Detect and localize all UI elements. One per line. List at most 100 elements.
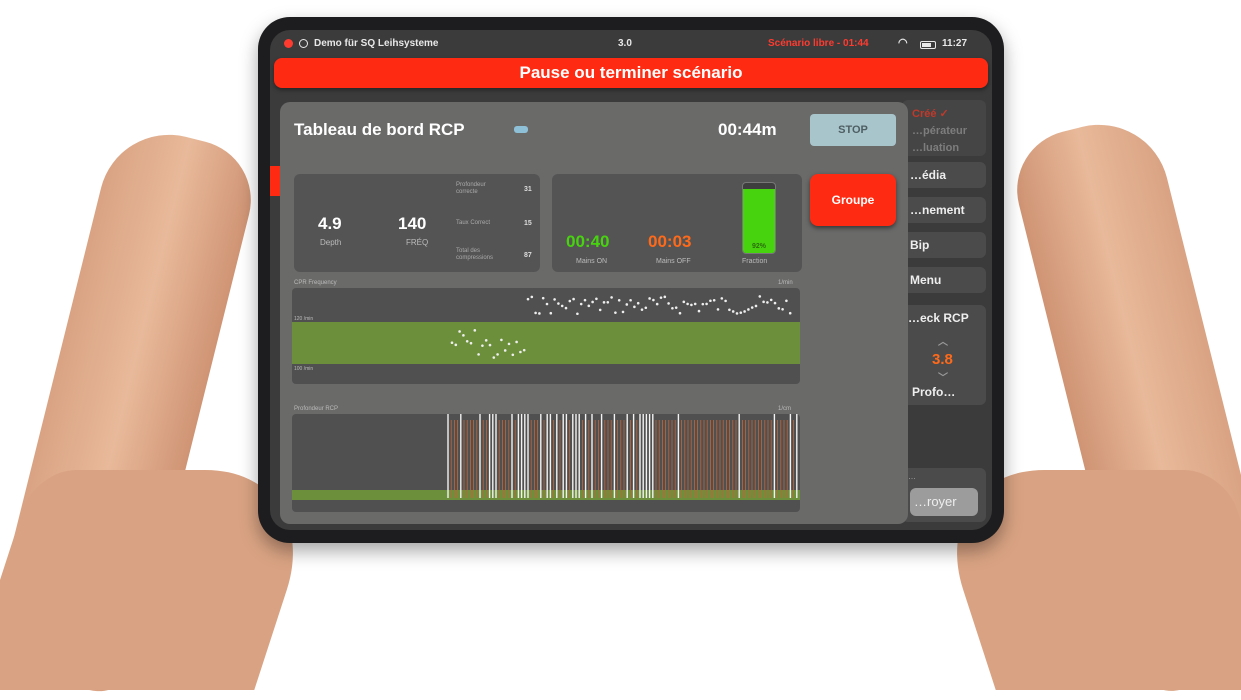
freq-point — [484, 339, 488, 342]
stat-label: Total des compressions — [456, 248, 494, 261]
freq-point — [686, 302, 689, 306]
freq-point — [549, 311, 553, 315]
cpr-dashboard-panel: Tableau de bord RCP 00:44m STOP Groupe 4… — [280, 102, 908, 524]
freq-point — [515, 340, 518, 344]
freq-point — [705, 302, 708, 306]
depth-value: 4.9 — [318, 214, 342, 233]
freq-point — [674, 306, 678, 309]
freq-point — [663, 295, 667, 299]
freq-point — [614, 311, 617, 314]
tablet-frame: Demo für SQ Leihsysteme 3.0 Scénario lib… — [258, 17, 1004, 543]
freq-point — [652, 298, 655, 302]
hands-on-value: 00:40 — [566, 232, 610, 251]
depth-chart-svg — [292, 414, 800, 500]
freq-point — [534, 311, 537, 315]
freq-point — [731, 310, 735, 313]
freq-target-band — [292, 322, 800, 364]
depth-chart — [292, 414, 800, 512]
chevron-down-icon[interactable]: ﹀ — [938, 369, 948, 384]
freq-point — [701, 302, 705, 306]
freq-point — [747, 308, 750, 311]
fraction-value: 92% — [751, 243, 766, 250]
stat-value: 15 — [524, 220, 532, 227]
freq-point — [500, 338, 503, 342]
freq-point — [473, 329, 477, 332]
freq-point — [750, 306, 754, 309]
feedback-sub: Profo… — [912, 385, 956, 399]
freq-point — [477, 353, 480, 356]
freq-point — [553, 298, 556, 301]
freq-point — [788, 311, 792, 315]
freq-point — [519, 350, 522, 354]
freq-point — [659, 296, 663, 299]
send-button[interactable]: …royer — [910, 488, 978, 516]
status-bar: Demo für SQ Leihsysteme 3.0 Scénario lib… — [270, 30, 992, 58]
freq-point — [690, 303, 693, 307]
hands-on-label: Mains ON — [576, 258, 608, 265]
depth-label: Depth — [320, 238, 342, 247]
freq-tick-low: 100 /min — [294, 366, 314, 372]
freq-point — [541, 296, 545, 300]
freq-point — [697, 309, 701, 313]
freq-point — [769, 298, 773, 302]
freq-point — [568, 299, 572, 303]
sidebar-operator-evaluation[interactable]: Créé ✓ …pérateur …luation — [902, 100, 986, 156]
sidebar-item-event[interactable]: …nement — [902, 197, 986, 223]
freq-point — [743, 310, 746, 313]
freq-point — [693, 302, 697, 306]
dashboard-timer: 00:44m — [718, 120, 777, 139]
freq-point — [610, 296, 613, 299]
freq-point — [572, 297, 575, 301]
wifi-icon: ◠ — [898, 37, 908, 49]
sidebar-item-bip[interactable]: Bip — [902, 232, 986, 258]
left-red-marker — [270, 166, 280, 196]
freq-point — [766, 301, 769, 304]
depth-freq-card: 4.9 Depth 140 FRÉQ Profondeur correcte 3… — [294, 174, 540, 272]
fraction-label: Fraction — [742, 258, 768, 265]
freq-chart-svg — [292, 295, 800, 364]
freq-point — [640, 308, 644, 311]
freq-point — [595, 297, 598, 301]
freq-point — [488, 343, 492, 347]
pause-end-scenario-button[interactable]: Pause ou terminer scénario — [274, 58, 988, 88]
freq-point — [758, 295, 762, 298]
freq-value: 140 — [398, 214, 427, 233]
freq-point — [560, 304, 564, 308]
freq-point — [762, 300, 765, 304]
dashboard-title: Tableau de bord RCP — [294, 120, 465, 139]
chevron-up-icon[interactable]: ︿ — [938, 333, 948, 348]
freq-point — [682, 300, 686, 304]
freq-point — [545, 302, 549, 306]
stat-label: Taux Correct — [456, 220, 491, 226]
freq-point — [462, 334, 465, 337]
sidebar-feedback-rcp[interactable]: …eck RCP ︿ 3.8 ﹀ Profo… — [902, 305, 986, 405]
freq-point — [629, 298, 632, 302]
app-icon — [284, 39, 293, 48]
freq-point — [606, 301, 610, 304]
freq-point — [617, 298, 621, 302]
freq-point — [633, 305, 636, 309]
freq-point — [598, 308, 602, 312]
globe-icon — [299, 39, 308, 48]
sidebar-item-menu[interactable]: Menu — [902, 267, 986, 293]
freq-point — [538, 312, 541, 315]
freq-point — [712, 298, 716, 302]
stop-button[interactable]: STOP — [810, 114, 896, 146]
freq-point — [469, 341, 473, 345]
freq-point — [724, 299, 727, 303]
freq-point — [454, 343, 458, 347]
groupe-button[interactable]: Groupe — [810, 174, 896, 226]
feedback-title: …eck RCP — [908, 311, 969, 325]
freq-point — [492, 356, 496, 359]
freq-point — [507, 342, 511, 346]
freq-point — [739, 311, 743, 314]
freq-point — [667, 302, 670, 305]
sidebar-item-media[interactable]: …édia — [902, 162, 986, 188]
freq-point — [503, 349, 507, 352]
freq-point — [557, 302, 560, 305]
freq-chart: 120 /min 100 /min — [292, 288, 800, 384]
hands-off-value: 00:03 — [648, 232, 692, 251]
freq-point — [496, 353, 499, 356]
freq-point — [716, 308, 720, 311]
sidebar-send-box: … …royer — [902, 468, 986, 522]
